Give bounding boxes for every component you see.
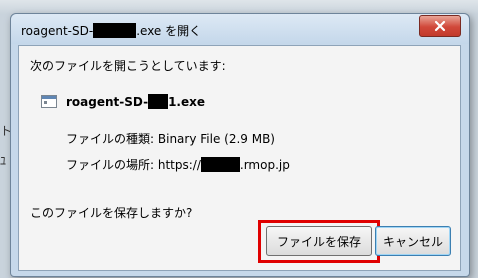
background-page — [0, 0, 478, 14]
file-location-value: https://.rmop.jp — [157, 157, 290, 172]
file-type-label: ファイルの種類: — [66, 132, 155, 146]
file-open-dialog: roagent-SD- .exe を開く 次のファイルを開こうとしています: ro… — [10, 13, 470, 277]
file-type-value: Binary File (2.9 MB) — [157, 132, 275, 146]
dialog-body: 次のファイルを開こうとしています: roagent-SD- 1.exe ファイルの… — [18, 45, 461, 271]
intro-text: 次のファイルを開こうとしています: — [30, 59, 226, 73]
window-title: roagent-SD- .exe を開く — [21, 23, 202, 38]
save-file-button[interactable]: ファイルを保存 — [266, 226, 372, 256]
close-button[interactable] — [419, 15, 461, 37]
file-type-row: ファイルの種類: Binary File (2.9 MB) — [66, 130, 275, 147]
application-file-icon — [41, 95, 57, 108]
redacted-block — [200, 157, 240, 172]
file-name-row: roagent-SD- 1.exe — [41, 94, 205, 109]
background-text-fragment: ト — [0, 124, 13, 138]
close-x-icon — [434, 20, 446, 32]
file-location-label: ファイルの場所: — [66, 158, 155, 172]
background-text-fragment: ﾕ — [0, 154, 7, 168]
redacted-block — [148, 94, 169, 109]
file-location-row: ファイルの場所: https://.rmop.jp — [66, 156, 290, 173]
cancel-button[interactable]: キャンセル — [375, 226, 451, 256]
redacted-block — [93, 23, 137, 38]
file-name: roagent-SD- 1.exe — [66, 94, 205, 109]
save-question: このファイルを保存しますか? — [30, 206, 193, 220]
title-bar[interactable]: roagent-SD- .exe を開く — [11, 14, 469, 44]
